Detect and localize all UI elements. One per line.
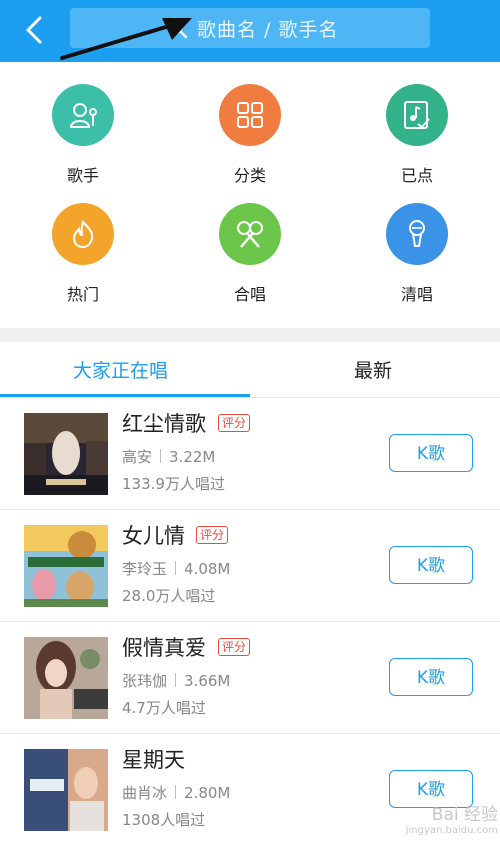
score-badge: 评分 — [218, 414, 251, 432]
search-placeholder: 歌曲名 / 歌手名 — [197, 19, 339, 41]
category-label: 清唱 — [400, 285, 433, 304]
category-selected[interactable]: 已点 — [367, 84, 467, 186]
singer-name: 张玮伽 — [122, 672, 168, 690]
category-label: 分类 — [233, 166, 266, 185]
song-row[interactable]: 假情真爱 评分 张玮伽 3.66M 4.7万人唱过 K歌 — [0, 622, 500, 734]
category-type[interactable]: 分类 — [200, 84, 300, 186]
category-label: 歌手 — [66, 166, 99, 185]
tab-trending[interactable]: 大家正在唱 — [73, 356, 168, 383]
album-cover — [24, 413, 108, 495]
score-badge: 评分 — [218, 638, 251, 656]
album-cover — [24, 749, 108, 831]
category-duet[interactable]: 合唱 — [200, 203, 300, 305]
song-title: 女儿情 — [122, 524, 185, 548]
singer-name: 高安 — [122, 448, 153, 466]
song-row[interactable]: 女儿情 评分 李玲玉 4.08M 28.0万人唱过 K歌 — [0, 510, 500, 622]
tab-latest[interactable]: 最新 — [354, 356, 392, 383]
watermark: Bai 经验 jingyan.baidu.com — [376, 800, 498, 850]
song-title: 星期天 — [122, 748, 185, 772]
category-singer[interactable]: 歌手 — [33, 84, 133, 186]
category-grid: 歌手 分类 已点 热门 合唱 清唱 — [0, 62, 500, 328]
file-size: 3.22M — [169, 448, 216, 466]
category-label: 热门 — [66, 285, 99, 304]
section-divider — [0, 328, 500, 342]
singer-name: 李玲玉 — [122, 560, 168, 578]
song-meta: 高安 3.22M — [122, 446, 215, 467]
song-title: 假情真爱 — [122, 636, 206, 660]
file-size: 3.66M — [184, 672, 231, 690]
album-cover — [24, 637, 108, 719]
song-row[interactable]: 红尘情歌 评分 高安 3.22M 133.9万人唱过 K歌 — [0, 398, 500, 510]
music-note-check-icon — [404, 101, 430, 129]
play-count: 1308人唱过 — [122, 811, 206, 829]
annotation-arrow — [60, 18, 192, 60]
singer-name: 曲肖冰 — [122, 784, 168, 802]
play-count: 28.0万人唱过 — [122, 587, 216, 605]
grid-icon — [237, 102, 263, 128]
song-title: 红尘情歌 — [122, 412, 206, 436]
microphone-icon — [409, 220, 425, 247]
chevron-left-icon[interactable] — [22, 12, 48, 48]
category-label: 合唱 — [233, 285, 266, 304]
sing-button[interactable]: K歌 — [389, 546, 473, 584]
flame-icon — [72, 220, 94, 249]
singer-icon — [69, 103, 97, 128]
file-size: 2.80M — [184, 784, 231, 802]
song-meta: 李玲玉 4.08M — [122, 558, 230, 579]
file-size: 4.08M — [184, 560, 231, 578]
tab-bar: 大家正在唱 最新 — [0, 342, 500, 398]
watermark-line2: jingyan.baidu.com — [405, 825, 498, 836]
category-label: 已点 — [400, 166, 433, 185]
sing-button[interactable]: K歌 — [389, 434, 473, 472]
play-count: 4.7万人唱过 — [122, 699, 206, 717]
album-cover — [24, 525, 108, 607]
category-hot[interactable]: 热门 — [33, 203, 133, 305]
score-badge: 评分 — [196, 526, 229, 544]
song-meta: 张玮伽 3.66M — [122, 670, 230, 691]
tab-active-indicator — [0, 394, 250, 397]
song-meta: 曲肖冰 2.80M — [122, 782, 230, 803]
play-count: 133.9万人唱过 — [122, 475, 225, 493]
duet-mic-icon — [237, 221, 263, 248]
sing-button[interactable]: K歌 — [389, 658, 473, 696]
top-bar: 歌曲名 / 歌手名 — [0, 0, 500, 62]
category-acapella[interactable]: 清唱 — [367, 203, 467, 305]
watermark-line1: Bai 经验 — [431, 805, 498, 825]
